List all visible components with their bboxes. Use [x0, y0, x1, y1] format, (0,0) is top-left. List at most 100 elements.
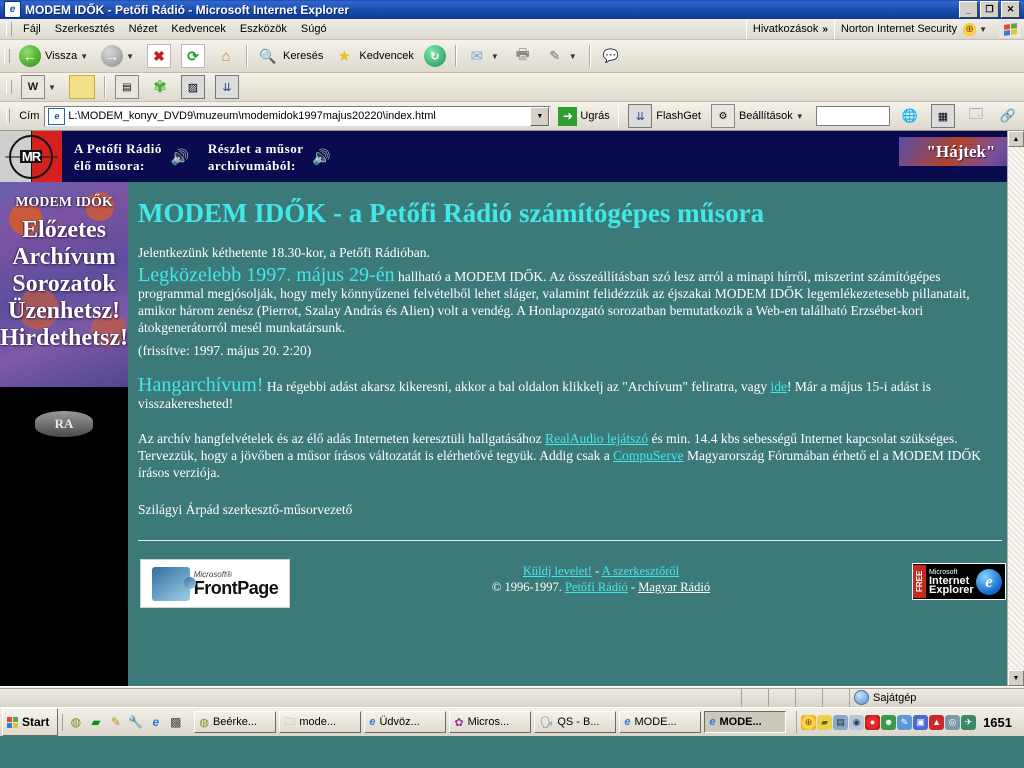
- forward-button[interactable]: → ▼: [96, 40, 142, 72]
- monitor-icon[interactable]: ▰: [87, 714, 104, 731]
- discuss-button[interactable]: 💬: [595, 40, 627, 72]
- flashget-button[interactable]: ⇊ FlashGet: [623, 100, 706, 132]
- speaker-live-icon[interactable]: 🔊: [166, 131, 194, 182]
- menu-item-edit[interactable]: Szerkesztés: [48, 21, 122, 37]
- close-button[interactable]: ✕: [1001, 1, 1020, 18]
- task-qs-b[interactable]: 🗣 QS - B...: [534, 711, 617, 733]
- back-button[interactable]: ← Vissza ▼: [14, 40, 96, 72]
- tray-note-icon[interactable]: ▰: [817, 714, 833, 730]
- tray-alert-icon[interactable]: ▲: [929, 714, 945, 730]
- menu-item-view[interactable]: Nézet: [122, 21, 165, 37]
- back-dropdown-icon[interactable]: ▼: [80, 52, 88, 61]
- tray-record-icon[interactable]: ●: [865, 714, 881, 730]
- realaudio-link[interactable]: RealAudio lejátszó: [545, 431, 648, 446]
- maximize-button[interactable]: ❐: [980, 1, 999, 18]
- tray-network-icon[interactable]: ◉: [849, 714, 865, 730]
- search-button[interactable]: 🔍 Keresés: [252, 40, 328, 72]
- notes-button[interactable]: [64, 71, 100, 103]
- favorites-button[interactable]: ★ Kedvencek: [328, 40, 418, 72]
- edit-button[interactable]: ✎ ▼: [539, 40, 585, 72]
- intro-paragraph: Jelentkezünk kéthetente 18.30-kor, a Pet…: [138, 245, 430, 260]
- home-button[interactable]: ⌂: [210, 40, 242, 72]
- tray-display-icon[interactable]: ▣: [913, 714, 929, 730]
- highlight-button[interactable]: ▦: [926, 100, 960, 132]
- menu-item-tools[interactable]: Eszközök: [233, 21, 294, 37]
- calculator-button[interactable]: ▤: [110, 71, 144, 103]
- speaker-archive-icon[interactable]: 🔊: [307, 131, 335, 182]
- scrollbar-track[interactable]: [1008, 147, 1024, 670]
- task-modem-idok-1[interactable]: e MODE...: [619, 711, 702, 733]
- settings-button[interactable]: ⚙ Beállítások ▼: [706, 100, 812, 132]
- task-microsoft[interactable]: ✿ Micros...: [449, 711, 532, 733]
- magyar-radio-link[interactable]: Magyar Rádió: [638, 580, 710, 594]
- stop-button[interactable]: ✖: [142, 40, 176, 72]
- taskbar-clock[interactable]: 1651: [977, 715, 1020, 730]
- task-udvozoljuk[interactable]: e Üdvöz...: [364, 711, 447, 733]
- tray-norton-icon[interactable]: ⊕: [801, 714, 817, 730]
- history-button[interactable]: ↻: [419, 40, 451, 72]
- icq-button[interactable]: ✾: [144, 71, 176, 103]
- task-modem-idok-2-active[interactable]: e MODE...: [704, 711, 787, 733]
- flashget-toolbar-button[interactable]: ⇊: [210, 71, 244, 103]
- hajtek-banner-ad[interactable]: "Hájtek": [899, 137, 1023, 166]
- mail-dropdown-icon[interactable]: ▼: [491, 52, 499, 61]
- links-bar-button[interactable]: Hivatkozások »: [745, 19, 834, 39]
- tray-scanner-icon[interactable]: ▤: [833, 714, 849, 730]
- start-button[interactable]: Start: [2, 708, 59, 736]
- address-dropdown-icon[interactable]: ▼: [530, 106, 550, 126]
- search-web-button[interactable]: 🌐: [894, 100, 926, 132]
- petofi-radio-link[interactable]: Petőfi Rádió: [565, 580, 628, 594]
- menu-item-file[interactable]: Fájl: [16, 21, 48, 37]
- tray-pen-icon[interactable]: ✎: [897, 714, 913, 730]
- tray-disc-icon[interactable]: ◎: [945, 714, 961, 730]
- vertical-scrollbar[interactable]: ▲ ▼: [1007, 131, 1024, 686]
- popup-blocker-button[interactable]: 🗔: [960, 100, 992, 132]
- send-mail-link[interactable]: Küldj levelet!: [523, 564, 592, 578]
- print-button[interactable]: 🖶: [507, 40, 539, 72]
- mail-button[interactable]: ✉ ▼: [461, 40, 507, 72]
- tray-user-icon[interactable]: ☻: [881, 714, 897, 730]
- pencil-icon[interactable]: ✎: [107, 714, 124, 731]
- compuserve-link[interactable]: CompuServe: [613, 448, 684, 463]
- toolbar-search-input[interactable]: [815, 106, 890, 126]
- extra-toolbar-grip[interactable]: [6, 80, 12, 94]
- sidebar-item-uzenhetsz[interactable]: Üzenhetsz!: [0, 299, 128, 323]
- word-dropdown-icon[interactable]: ▼: [48, 83, 56, 92]
- refresh-button[interactable]: ⟳: [176, 40, 210, 72]
- go-button[interactable]: ➜ Ugrás: [554, 106, 613, 127]
- norton-toolbar[interactable]: Norton Internet Security ⊕ ▼: [833, 19, 996, 39]
- scroll-down-button[interactable]: ▼: [1008, 670, 1024, 686]
- scroll-up-button[interactable]: ▲: [1008, 131, 1024, 147]
- minimize-button[interactable]: _: [959, 1, 978, 18]
- links-grab-button[interactable]: 🔗: [992, 100, 1024, 132]
- word-export-button[interactable]: W ▼: [16, 71, 64, 103]
- settings-dropdown-icon[interactable]: ▼: [796, 112, 804, 121]
- sidebar-item-sorozatok[interactable]: Sorozatok: [0, 272, 128, 296]
- tool-icon[interactable]: 🔧: [127, 714, 144, 731]
- forward-dropdown-icon[interactable]: ▼: [126, 52, 134, 61]
- sidebar-item-archivum[interactable]: Archívum: [0, 245, 128, 269]
- tray-misc-icon[interactable]: ✈: [961, 714, 977, 730]
- menu-item-help[interactable]: Súgó: [294, 21, 334, 37]
- clock-icon[interactable]: ◍: [67, 714, 84, 731]
- about-editor-link[interactable]: A szerkesztőről: [602, 564, 679, 578]
- toolbar-grip[interactable]: [4, 49, 10, 63]
- internet-explorer-badge[interactable]: FREE Microsoft Internet Explorer e: [912, 563, 1006, 600]
- status-security-zone[interactable]: Sajátgép: [849, 687, 1024, 707]
- task-mode-folder[interactable]: 🗀 mode...: [279, 711, 362, 733]
- address-grip[interactable]: [6, 109, 11, 123]
- menu-grip[interactable]: [6, 22, 12, 36]
- menu-item-favorites[interactable]: Kedvencek: [164, 21, 232, 37]
- chevron-down-icon[interactable]: ▼: [979, 25, 987, 34]
- address-input[interactable]: e L:\MODEM_konyv_DVD9\muzeum\modemidok19…: [44, 105, 552, 127]
- archive-ide-link[interactable]: ide: [770, 379, 787, 394]
- task-beerkezett[interactable]: ◍ Beérke...: [194, 711, 277, 733]
- sidebar-item-hirdethetsz[interactable]: Hirdethetsz!: [0, 326, 128, 350]
- magyar-radio-logo[interactable]: MR: [0, 131, 62, 182]
- edit-dropdown-icon[interactable]: ▼: [569, 52, 577, 61]
- sidebar-item-elozetes[interactable]: Előzetes: [0, 218, 128, 242]
- realaudio-logo[interactable]: RA: [35, 411, 93, 437]
- ie-icon[interactable]: e: [147, 714, 164, 731]
- capture-button[interactable]: ▨: [176, 71, 210, 103]
- grid-icon[interactable]: ▩: [167, 714, 184, 731]
